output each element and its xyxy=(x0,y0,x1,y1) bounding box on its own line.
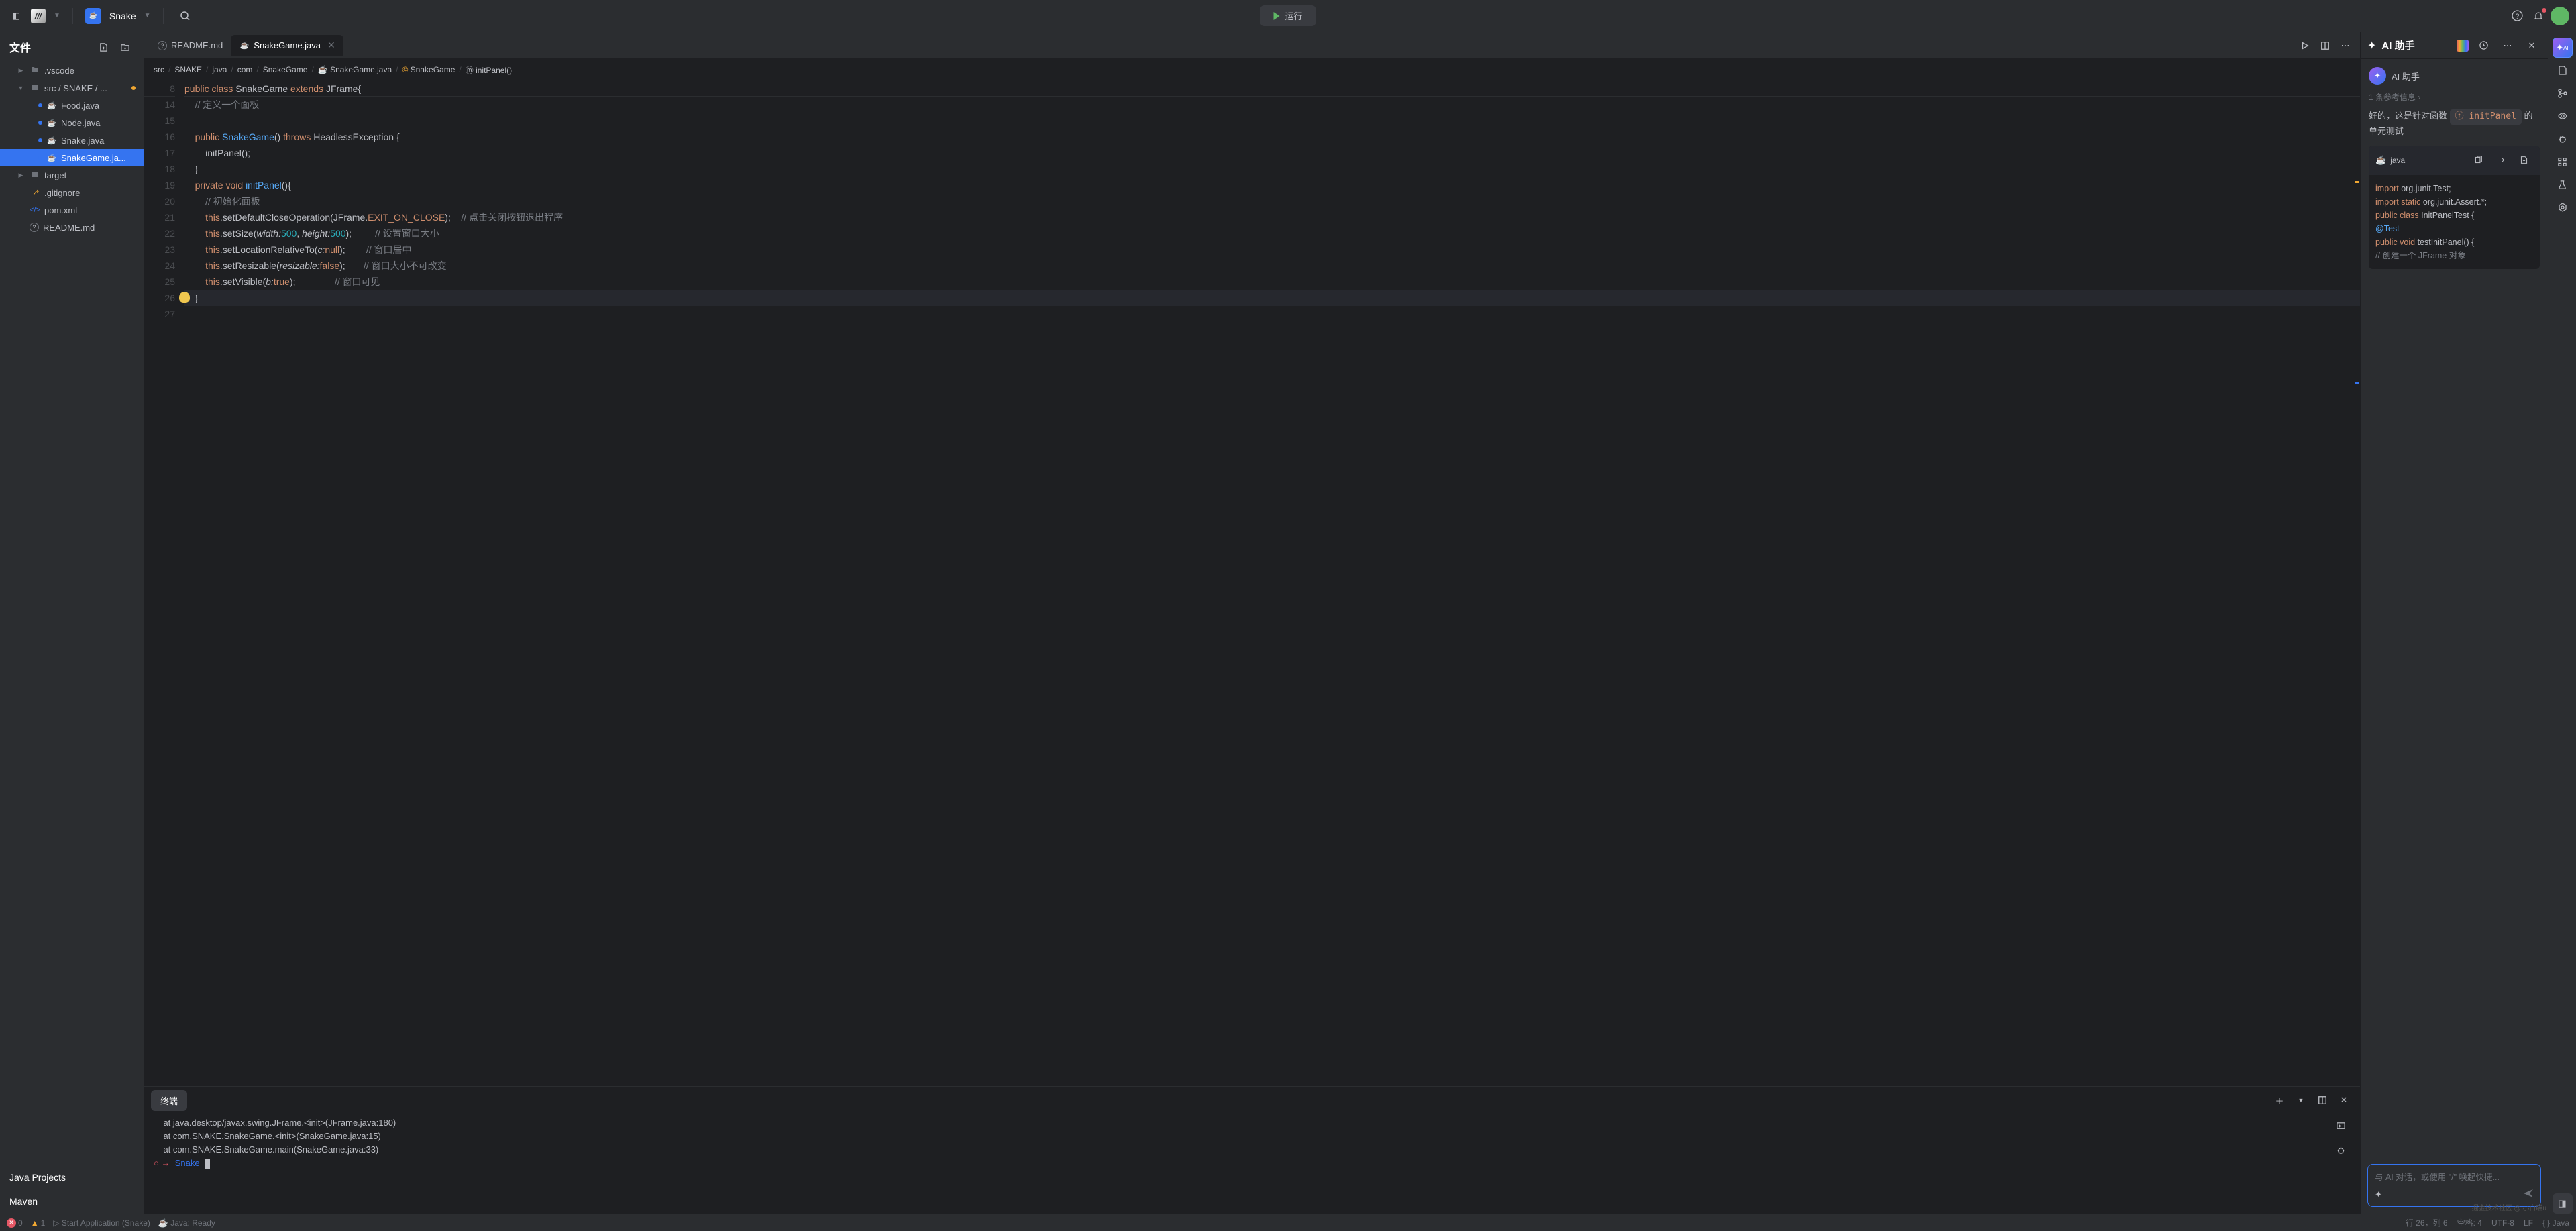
ai-reply-text: 好的，这是针对函数 ⓕ initPanel 的单元测试 xyxy=(2369,109,2540,139)
tree-item[interactable]: </>pom.xml xyxy=(0,201,144,219)
ai-username: AI 助手 xyxy=(2392,70,2420,83)
indentation-status[interactable]: 空格: 4 xyxy=(2457,1217,2482,1228)
run-button[interactable]: 运行 xyxy=(1260,5,1316,26)
tree-item[interactable]: ▶🖿.vscode xyxy=(0,62,144,79)
java-project-icon: ☕ xyxy=(85,8,101,24)
settings-rail-icon[interactable] xyxy=(2553,197,2573,217)
breadcrumb-item[interactable]: src xyxy=(154,65,164,74)
breadcrumb-item[interactable]: ☕ SnakeGame.java xyxy=(318,65,392,74)
ai-references-link[interactable]: 1 条参考信息 › xyxy=(2369,91,2540,103)
close-icon[interactable]: ✕ xyxy=(2522,36,2541,55)
ai-chat-input[interactable]: 与 AI 对话，或使用 "/" 唤起快捷... ✦ xyxy=(2367,1164,2541,1207)
status-bar: ✕0 ▲1 ▷ Start Application (Snake) ☕ Java… xyxy=(0,1214,2576,1231)
sparkle-icon: ✦ xyxy=(2367,39,2376,52)
breadcrumb-item[interactable]: ⓜ initPanel() xyxy=(466,64,512,76)
watermark: 掘金技术社区 @ 小白喵u xyxy=(2472,1202,2546,1212)
right-tool-rail: ✦AI ◨ xyxy=(2548,32,2576,1214)
layout-rail-icon[interactable]: ◨ xyxy=(2553,1193,2573,1214)
search-icon[interactable] xyxy=(176,7,195,25)
help-icon[interactable]: ? xyxy=(2508,7,2526,25)
play-icon xyxy=(1273,12,1279,20)
editor-tab[interactable]: ?README.md xyxy=(150,35,231,56)
chevron-down-icon[interactable]: ▼ xyxy=(144,12,151,19)
tree-item[interactable]: ☕Node.java xyxy=(0,114,144,131)
ide-logo-icon: /// xyxy=(31,9,46,23)
breadcrumb-item[interactable]: com xyxy=(237,65,253,74)
debug-icon[interactable] xyxy=(2331,1140,2350,1159)
editor-tabs: ?README.md☕SnakeGame.java✕ ⋯ xyxy=(144,32,2360,59)
bug-rail-icon[interactable] xyxy=(2553,129,2573,149)
project-name[interactable]: Snake xyxy=(109,11,136,21)
cursor-position[interactable]: 行 26，列 6 xyxy=(2406,1217,2448,1228)
function-chip[interactable]: ⓕ initPanel xyxy=(2450,109,2522,125)
copy-code-icon[interactable] xyxy=(2469,151,2487,170)
insert-code-icon[interactable] xyxy=(2491,151,2510,170)
editor-tab[interactable]: ☕SnakeGame.java✕ xyxy=(231,35,343,56)
new-file-icon[interactable] xyxy=(94,38,113,56)
file-explorer-sidebar: 文件 ▶🖿.vscode▼🖿src / SNAKE / ...☕Food.jav… xyxy=(0,32,144,1214)
ai-avatar-icon: ✦ xyxy=(2369,67,2386,85)
eol-status[interactable]: LF xyxy=(2524,1218,2533,1228)
notifications-icon[interactable] xyxy=(2529,7,2548,25)
sidebar-toggle-icon[interactable]: ◧ xyxy=(7,7,25,25)
split-terminal-icon[interactable] xyxy=(2313,1091,2332,1110)
more-icon[interactable]: ⋯ xyxy=(2498,36,2517,55)
breadcrumb-item[interactable]: © SnakeGame xyxy=(402,65,455,74)
run-file-icon[interactable] xyxy=(2296,36,2314,55)
user-avatar[interactable] xyxy=(2551,7,2569,25)
close-tab-icon[interactable]: ✕ xyxy=(327,40,335,51)
add-terminal-icon[interactable]: ＋ xyxy=(2270,1091,2289,1110)
code-editor[interactable]: 81415161718192021222324252627 public cla… xyxy=(144,81,2360,1086)
send-icon[interactable] xyxy=(2523,1188,2534,1201)
lightbulb-icon[interactable] xyxy=(179,292,190,303)
terminal-output[interactable]: at java.desktop/javax.swing.JFrame.<init… xyxy=(154,1116,2330,1211)
ai-assistant-panel: ✦ AI 助手 ⋯ ✕ ✦ AI 助手 1 条参考信息 › 好的，这是针对函数 … xyxy=(2360,32,2548,1214)
terminal-tab[interactable]: 终端 xyxy=(151,1090,187,1111)
new-file-from-code-icon[interactable] xyxy=(2514,151,2533,170)
breadcrumb-item[interactable]: SnakeGame xyxy=(263,65,308,74)
sidebar-java-projects[interactable]: Java Projects xyxy=(0,1165,144,1189)
terminal-screen-icon[interactable] xyxy=(2331,1116,2350,1135)
java-status[interactable]: ☕ Java: Ready xyxy=(158,1218,215,1228)
close-terminal-icon[interactable]: ✕ xyxy=(2334,1091,2353,1110)
sidebar-title: 文件 xyxy=(9,39,31,55)
tree-item[interactable]: ☕SnakeGame.ja... xyxy=(0,149,144,166)
tree-item[interactable]: ☕Snake.java xyxy=(0,131,144,149)
theme-icon[interactable] xyxy=(2457,40,2469,52)
ai-code-block: ☕ java import org.junit.Test;import stat… xyxy=(2369,146,2540,269)
errors-indicator[interactable]: ✕0 xyxy=(7,1218,23,1228)
terminal-panel: 终端 ＋ ▼ ✕ at java.desktop/javax.swing.JFr… xyxy=(144,1086,2360,1214)
tree-item[interactable]: ▶🖿target xyxy=(0,166,144,184)
tree-item[interactable]: ▼🖿src / SNAKE / ... xyxy=(0,79,144,97)
language-status[interactable]: { } Java xyxy=(2542,1218,2569,1228)
breadcrumb-item[interactable]: java xyxy=(212,65,227,74)
chevron-down-icon[interactable]: ▼ xyxy=(54,12,60,19)
ai-rail-icon[interactable]: ✦AI xyxy=(2553,38,2573,58)
minimap[interactable] xyxy=(2353,81,2360,1086)
encoding-status[interactable]: UTF-8 xyxy=(2491,1218,2514,1228)
ai-panel-title: AI 助手 xyxy=(2381,38,2451,52)
new-folder-icon[interactable] xyxy=(115,38,134,56)
java-icon: ☕ xyxy=(2375,155,2386,166)
flask-rail-icon[interactable] xyxy=(2553,174,2573,195)
breadcrumb-item[interactable]: SNAKE xyxy=(174,65,202,74)
breadcrumb: src/SNAKE/java/com/SnakeGame/☕ SnakeGame… xyxy=(144,59,2360,81)
apps-rail-icon[interactable] xyxy=(2553,152,2573,172)
warnings-indicator[interactable]: ▲1 xyxy=(31,1218,46,1228)
tree-item[interactable]: ?README.md xyxy=(0,219,144,236)
history-icon[interactable] xyxy=(2474,36,2493,55)
title-bar: ◧ /// ▼ ☕ Snake ▼ 运行 ? xyxy=(0,0,2576,32)
tree-item[interactable]: ⎇.gitignore xyxy=(0,184,144,201)
split-editor-icon[interactable] xyxy=(2316,36,2334,55)
preview-rail-icon[interactable] xyxy=(2553,106,2573,126)
svg-text:?: ? xyxy=(2515,13,2519,21)
start-app-button[interactable]: ▷ Start Application (Snake) xyxy=(53,1218,150,1228)
git-rail-icon[interactable] xyxy=(2553,83,2573,103)
tree-item[interactable]: ☕Food.java xyxy=(0,97,144,114)
sidebar-maven[interactable]: Maven xyxy=(0,1189,144,1214)
chevron-down-icon[interactable]: ▼ xyxy=(2292,1091,2310,1110)
file-rail-icon[interactable] xyxy=(2553,60,2573,81)
sparkle-icon[interactable]: ✦ xyxy=(2375,1189,2382,1200)
more-icon[interactable]: ⋯ xyxy=(2336,36,2355,55)
